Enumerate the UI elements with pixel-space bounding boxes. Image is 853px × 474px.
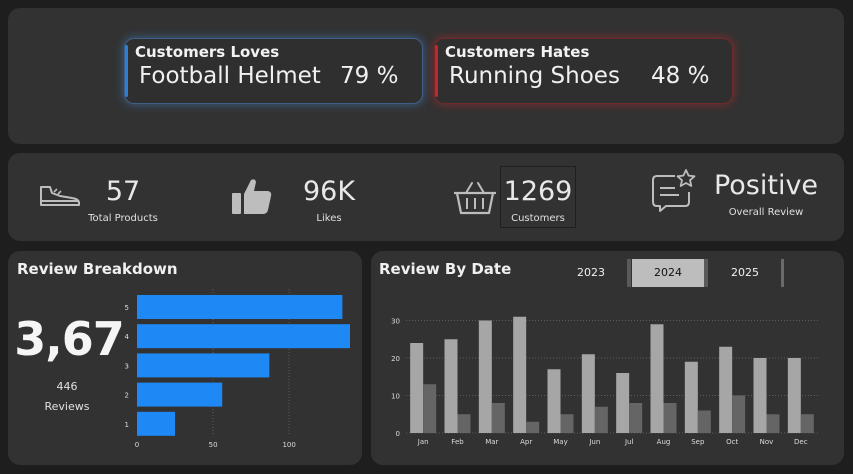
y-tick-label: 2 (125, 392, 129, 400)
customers-hates-card: Customers Hates Running Shoes 48 % (434, 38, 733, 104)
loves-product: Football Helmet (139, 63, 321, 89)
year-tab-divider-right (781, 259, 784, 287)
month-bar (526, 421, 540, 433)
month-bar (513, 316, 527, 433)
review-breakdown-title: Review Breakdown (17, 260, 178, 278)
average-score: 3,67 (14, 312, 125, 366)
y-tick-label: 1 (125, 421, 129, 429)
month-bar (457, 414, 471, 433)
hates-product: Running Shoes (449, 63, 620, 89)
rating-bar (137, 324, 350, 349)
month-bar (684, 361, 698, 433)
y-tick-label: 4 (125, 333, 130, 341)
month-bar (753, 358, 767, 433)
month-bar (491, 403, 505, 433)
x-tick-label: 0 (135, 441, 139, 449)
kpi-value-products: 57 (105, 176, 141, 207)
x-tick-label: Apr (520, 438, 532, 446)
loves-label: Customers Loves (135, 43, 280, 61)
x-tick-label: Feb (451, 438, 464, 446)
month-bar (478, 320, 492, 433)
month-bar (560, 414, 574, 433)
month-bar (581, 354, 595, 433)
kpi-label-review: Overall Review (728, 207, 804, 218)
x-tick-label: Oct (726, 438, 738, 446)
thumbs-up-icon (232, 179, 272, 214)
kpi-value-likes: 96K (302, 176, 356, 207)
review-count: 446 (56, 380, 78, 393)
y-tick-label: 3 (125, 362, 129, 370)
kpi-label-likes: Likes (316, 213, 342, 224)
kpi-value-review: Positive (713, 170, 819, 201)
month-bar (732, 395, 746, 433)
month-bar (663, 403, 677, 433)
x-tick-label: May (553, 438, 567, 446)
year-tab-2023[interactable]: 2023 (555, 259, 627, 287)
kpi-label-products: Total Products (88, 213, 158, 224)
x-tick-label: Dec (794, 438, 808, 446)
loves-percent: 79 % (340, 63, 399, 89)
basket-icon (454, 182, 496, 215)
kpi-label-customers: Customers (511, 213, 565, 224)
month-bar (444, 339, 458, 433)
x-tick-label: 50 (209, 441, 218, 449)
review-by-date-chart: 0 10 20 30 Jan Feb Mar Apr May Jun Jul Aug Sep Oct Nov… (391, 316, 818, 446)
month-bar (410, 343, 424, 433)
rating-bar (137, 382, 223, 407)
month-bar (787, 358, 801, 433)
rating-bar (137, 295, 343, 319)
y-tick-label: 5 (125, 304, 129, 312)
month-bar (800, 414, 814, 433)
hates-accent-bar (435, 45, 438, 97)
x-tick-label: Nov (760, 438, 774, 446)
review-breakdown-chart: 0 50 100 5 4 3 2 1 (125, 289, 350, 449)
x-tick-label: Jun (588, 438, 600, 446)
y-tick-label: 10 (391, 393, 400, 401)
hates-percent: 48 % (651, 63, 710, 89)
month-bar (719, 346, 733, 433)
x-tick-label: Jan (417, 438, 429, 446)
month-bar (629, 403, 643, 433)
month-bar (594, 406, 608, 433)
year-tab-2025[interactable]: 2025 (709, 259, 781, 287)
loves-accent-bar (125, 45, 128, 97)
month-bar (616, 373, 630, 433)
review-star-icon (652, 169, 696, 212)
month-bar (547, 369, 561, 433)
month-bar (697, 410, 711, 433)
year-tab-divider-mid (704, 259, 708, 287)
customers-loves-card: Customers Loves Football Helmet 79 % (124, 38, 423, 104)
x-tick-label: Mar (485, 438, 498, 446)
x-tick-label: Aug (657, 438, 671, 446)
y-tick-label: 30 (391, 318, 400, 326)
year-tab-divider-left (627, 259, 631, 287)
x-tick-label: 100 (282, 441, 295, 449)
year-tab-2024[interactable]: 2024 (632, 259, 704, 287)
x-tick-label: Jul (624, 438, 634, 446)
review-count-label: Reviews (44, 400, 90, 413)
month-bar (766, 414, 780, 433)
x-tick-label: Sep (691, 438, 705, 446)
hates-label: Customers Hates (445, 43, 590, 61)
rating-bar (137, 353, 270, 378)
month-bar (650, 324, 664, 433)
y-tick-label: 20 (391, 355, 400, 363)
review-by-date-title: Review By Date (379, 260, 512, 278)
kpi-value-customers: 1269 (503, 176, 573, 207)
y-tick-label: 0 (396, 430, 400, 438)
rating-bar (137, 411, 176, 436)
sneaker-icon (40, 186, 80, 206)
month-bar (423, 384, 437, 433)
